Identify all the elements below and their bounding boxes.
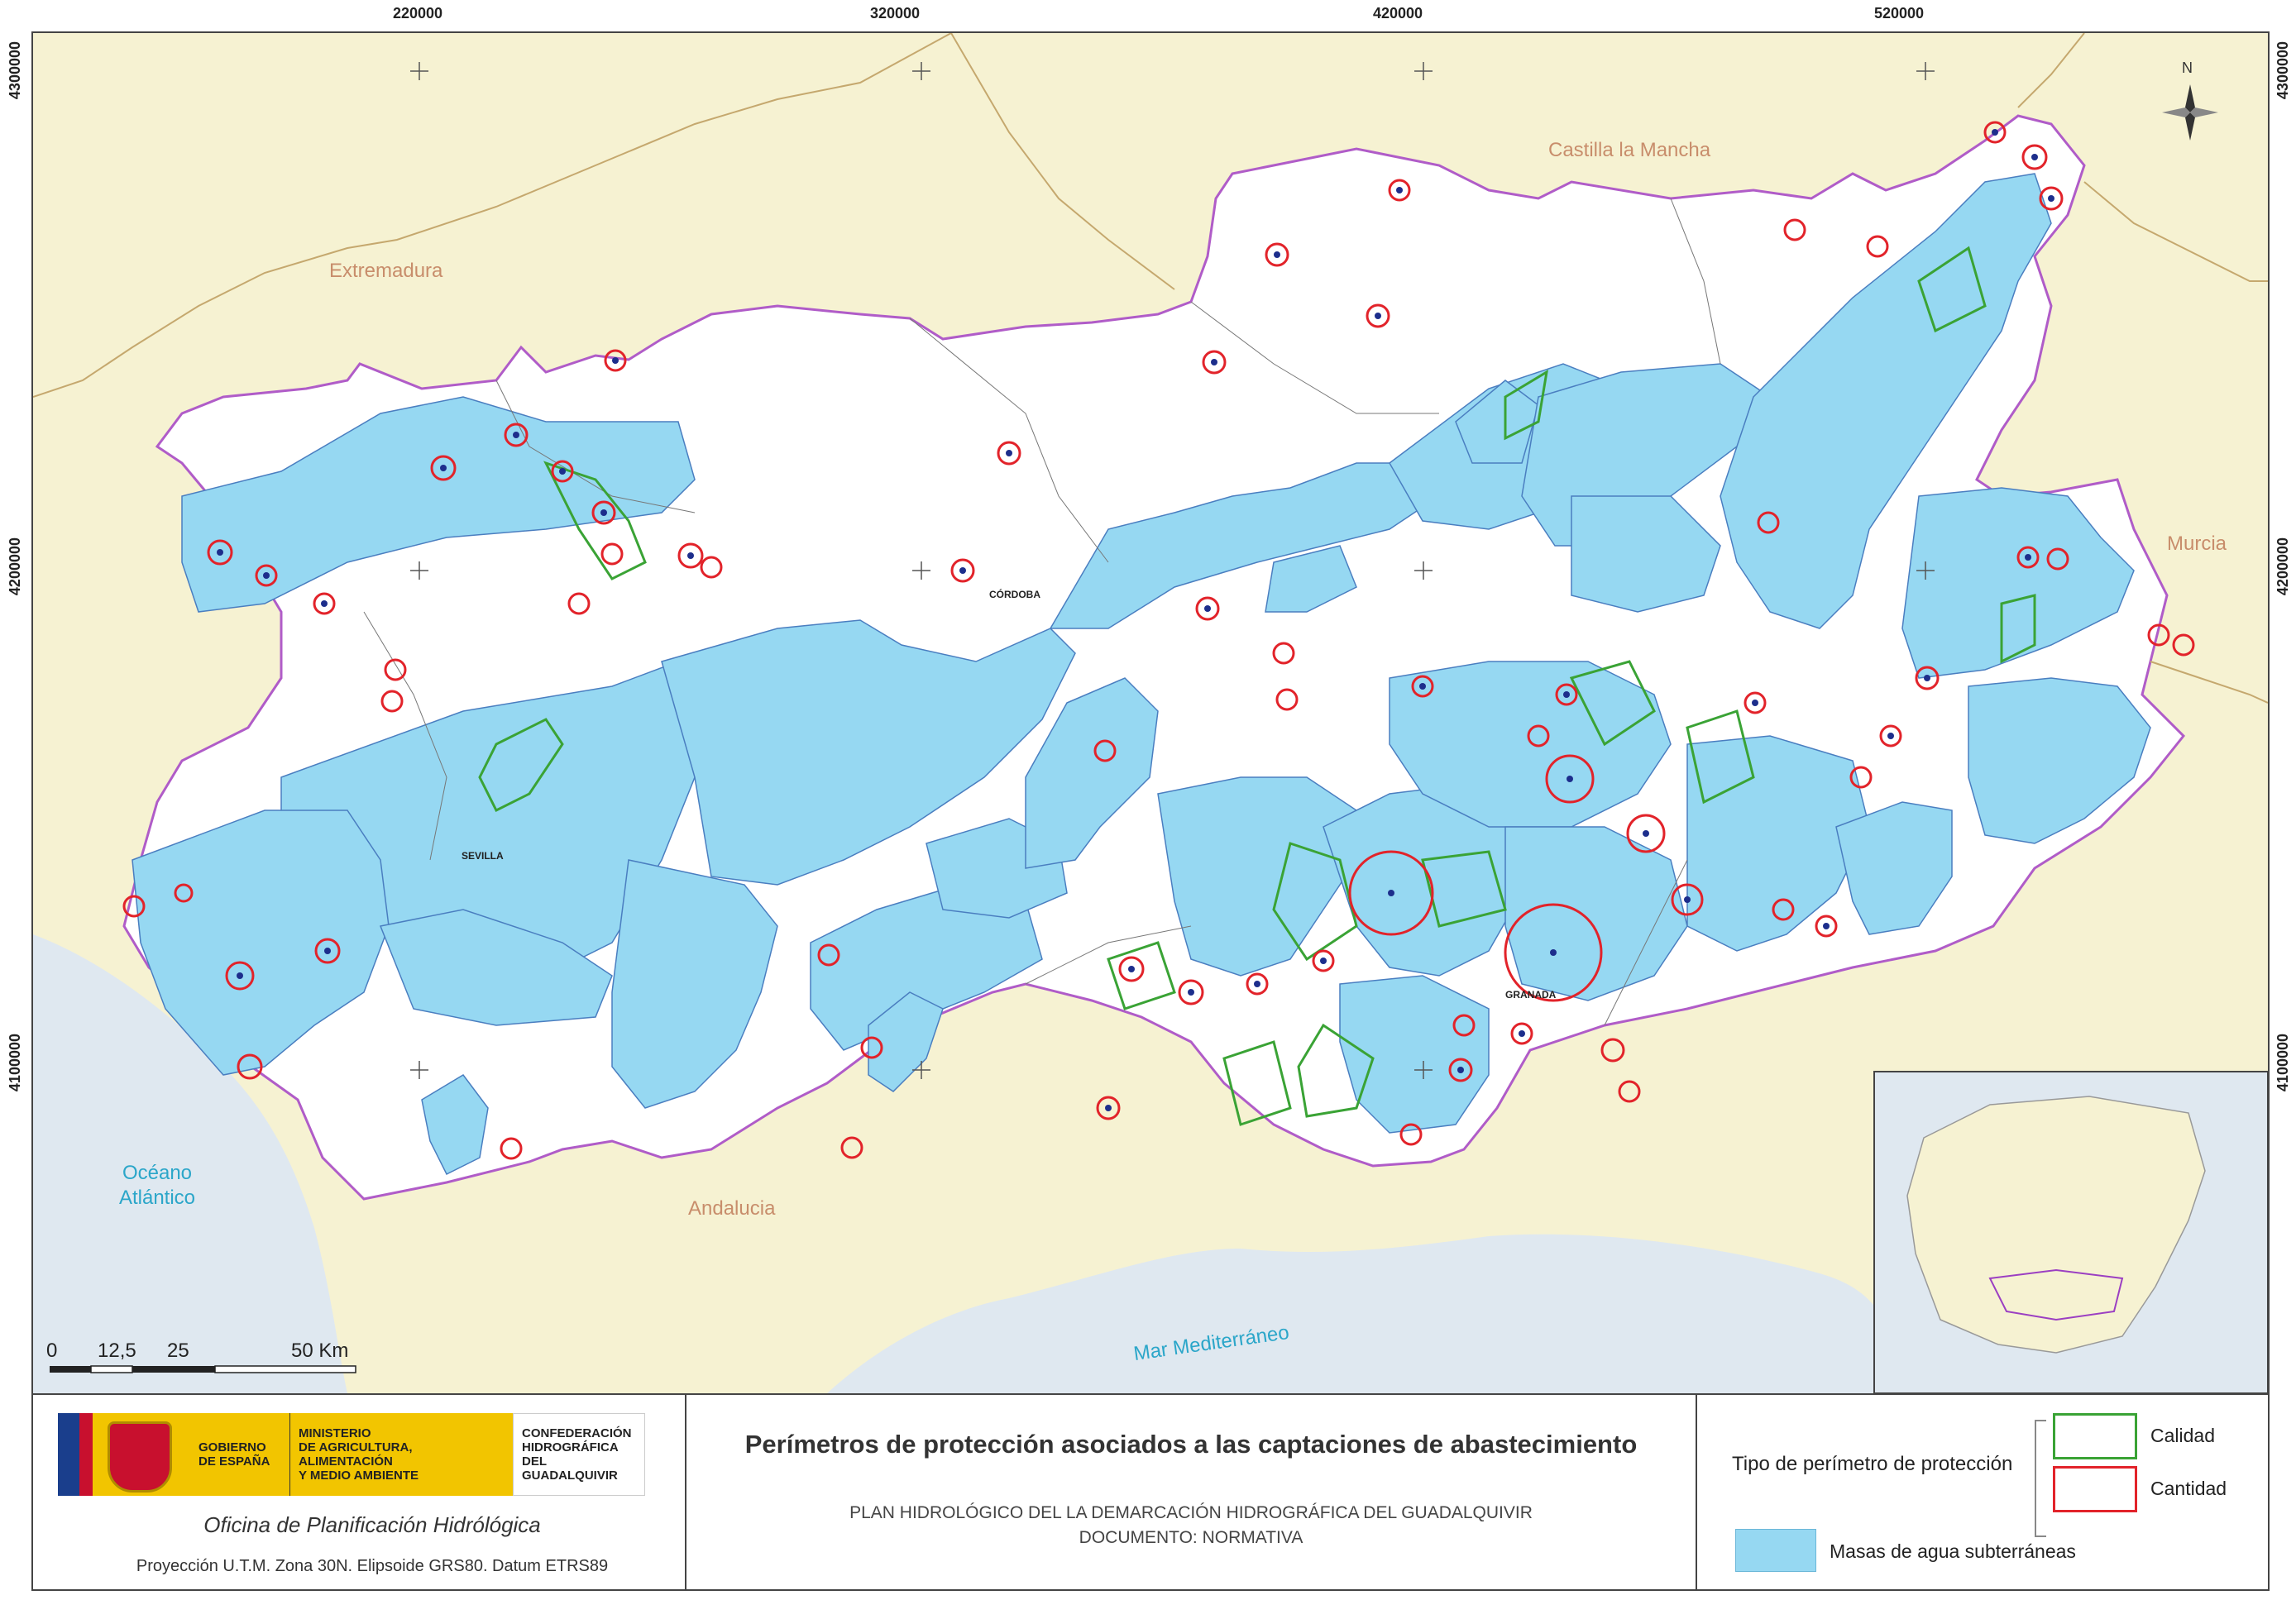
sea-label-atlantic-line2: Atlántico [118, 1187, 196, 1209]
confederacion-text: CONFEDERACIÓN HIDROGRÁFICA DEL GUADALQUI… [513, 1413, 645, 1496]
ministry-text: MINISTERIO DE AGRICULTURA, ALIMENTACIÓN … [289, 1413, 513, 1496]
region-label-extremadura: Extremadura [329, 260, 443, 282]
x-tick-220000: 220000 [392, 5, 443, 21]
legend-cantidad-label: Cantidad [2150, 1478, 2227, 1499]
legend-masas-swatch [1735, 1529, 1816, 1572]
legend-masas-label: Masas de agua subterráneas [1830, 1540, 2076, 1562]
region-label-castilla: Castilla la Mancha [1548, 139, 1711, 161]
y-tick-4200000-left: 4200000 [7, 537, 23, 596]
conf-line1: CONFEDERACIÓN [522, 1426, 632, 1440]
region-label-murcia: Murcia [2167, 533, 2227, 555]
footer-logo-cell: GOBIERNO DE ESPAÑA MINISTERIO DE AGRICUL… [33, 1395, 686, 1589]
city-label-sevilla: SEVILLA [462, 850, 504, 862]
region-label-andalucia: Andalucia [688, 1197, 776, 1220]
sea-label-atlantic-line1: Océano [122, 1162, 193, 1184]
y-tick-4100000-left: 4100000 [7, 1034, 23, 1092]
y-tick-4300000-right: 4300000 [2274, 41, 2291, 100]
north-label: N [2182, 60, 2193, 76]
ministry-line1: MINISTERIO [299, 1426, 371, 1440]
legend-calidad-label: Calidad [2150, 1425, 2215, 1446]
legend: Tipo de perímetro de protección Calidad … [1697, 1395, 2268, 1589]
gov-text: GOBIERNO DE ESPAÑA [190, 1413, 289, 1496]
ministry-line3: Y MEDIO AMBIENTE [299, 1469, 419, 1483]
ministry-line2: DE AGRICULTURA, ALIMENTACIÓN [299, 1440, 413, 1469]
legend-heading: Tipo de perímetro de protección [1732, 1453, 2013, 1475]
legend-cantidad-swatch [2053, 1466, 2137, 1512]
map-frame[interactable] [31, 31, 2270, 1395]
map-title: Perímetros de protección asociados a las… [744, 1430, 1638, 1459]
scale-label-0: 0 [46, 1340, 58, 1362]
gov-line2: DE ESPAÑA [199, 1454, 270, 1469]
y-tick-4300000-left: 4300000 [7, 41, 23, 100]
coat-of-arms-icon [58, 1413, 190, 1496]
conf-line3: DEL GUADALQUIVIR [522, 1454, 618, 1483]
north-arrow-icon [2162, 84, 2218, 141]
x-tick-520000: 520000 [1873, 5, 1925, 21]
government-logo: GOBIERNO DE ESPAÑA MINISTERIO DE AGRICUL… [58, 1413, 670, 1496]
city-label-cordoba: CÓRDOBA [989, 589, 1040, 600]
conf-line2: HIDROGRÁFICA [522, 1440, 619, 1454]
projection-note: Proyección U.T.M. Zona 30N. Elipsoide GR… [136, 1557, 609, 1575]
subtitle-line1: PLAN HIDROLÓGICO DEL LA DEMARCACIÓN HIDR… [849, 1503, 1533, 1522]
scale-bar [50, 1365, 356, 1373]
legend-calidad-swatch [2053, 1413, 2137, 1459]
y-tick-4200000-right: 4200000 [2274, 537, 2291, 596]
map-footer: GOBIERNO DE ESPAÑA MINISTERIO DE AGRICUL… [31, 1393, 2270, 1591]
inset-map [1873, 1071, 2268, 1393]
x-tick-320000: 320000 [869, 5, 921, 21]
mediterranean-sea [827, 1234, 1902, 1393]
scale-label-25: 25 [167, 1340, 189, 1362]
gov-line1: GOBIERNO [199, 1440, 266, 1454]
y-tick-4100000-right: 4100000 [2274, 1034, 2291, 1092]
map-canvas[interactable] [33, 33, 2268, 1393]
subtitle-line2: DOCUMENTO: NORMATIVA [1079, 1528, 1303, 1547]
city-label-granada: GRANADA [1505, 989, 1557, 1001]
map-subtitle: PLAN HIDROLÓGICO DEL LA DEMARCACIÓN HIDR… [686, 1501, 1696, 1550]
x-tick-420000: 420000 [1372, 5, 1423, 21]
scale-label-12-5: 12,5 [98, 1340, 136, 1362]
footer-title-cell: Perímetros de protección asociados a las… [686, 1395, 1697, 1589]
office-name: Oficina de Planificación Hidrólógica [203, 1512, 541, 1537]
scale-label-50: 50 Km [291, 1340, 349, 1362]
sea-label-atlantic: Océano Atlántico [108, 1161, 207, 1211]
